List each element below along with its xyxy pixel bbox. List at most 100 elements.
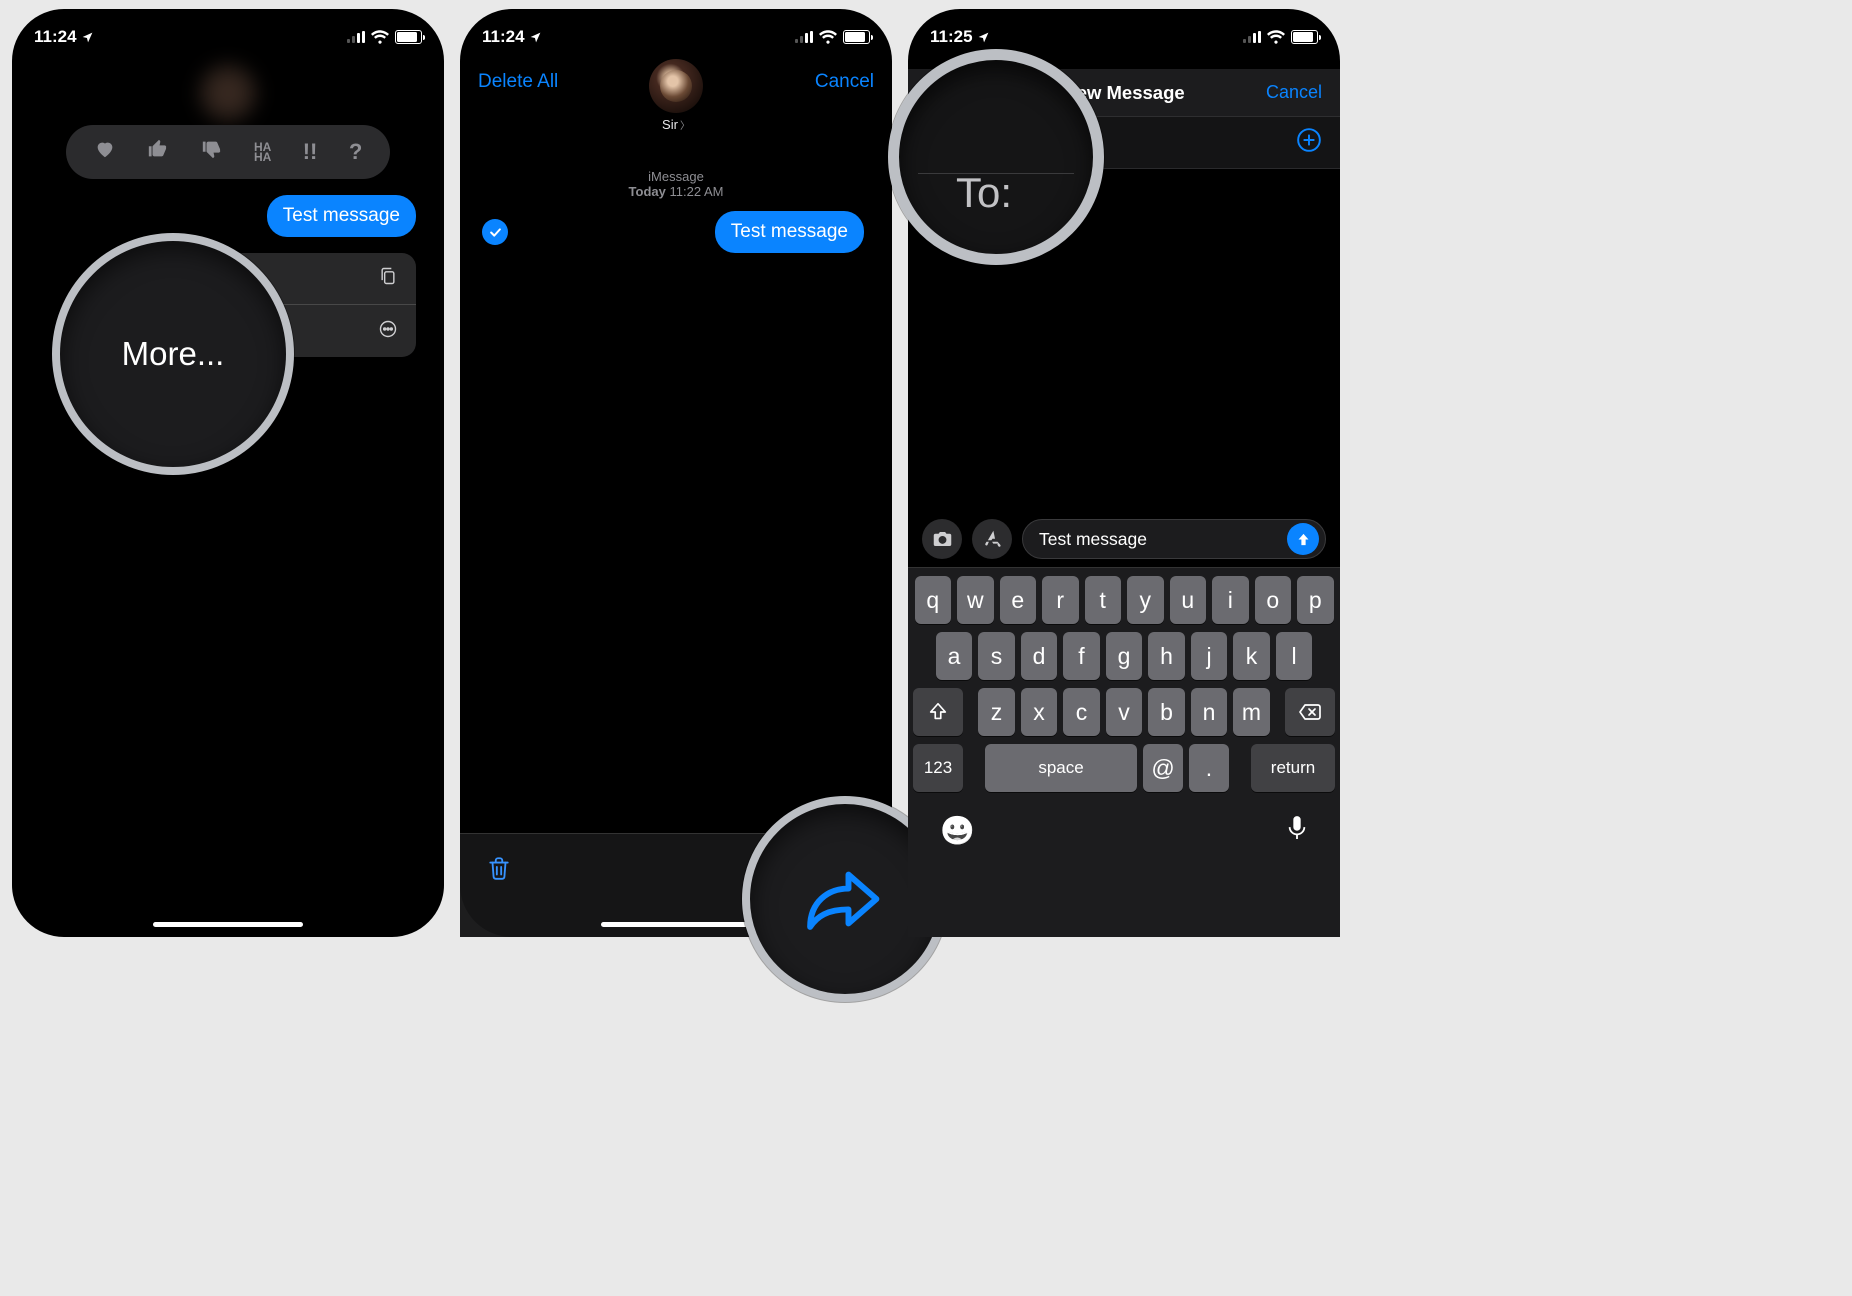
key-s[interactable]: s xyxy=(978,632,1015,680)
key-p[interactable]: p xyxy=(1297,576,1334,624)
key-space[interactable]: space xyxy=(985,744,1137,792)
zoom-callout-more: More... xyxy=(52,233,294,475)
cancel-button[interactable]: Cancel xyxy=(1266,82,1322,103)
tapback-thumbsdown-icon[interactable] xyxy=(201,138,223,166)
tapback-exclaim-icon[interactable]: !! xyxy=(303,139,318,165)
key-at[interactable]: @ xyxy=(1143,744,1183,792)
key-shift[interactable] xyxy=(913,688,963,736)
key-d[interactable]: d xyxy=(1021,632,1058,680)
key-y[interactable]: y xyxy=(1127,576,1164,624)
key-u[interactable]: u xyxy=(1170,576,1207,624)
message-text: Test message xyxy=(283,205,400,226)
key-123[interactable]: 123 xyxy=(913,744,963,792)
key-o[interactable]: o xyxy=(1255,576,1292,624)
message-input-text: Test message xyxy=(1039,529,1287,550)
contact-header[interactable]: Sir 〉 xyxy=(649,59,703,134)
message-bubble[interactable]: Test message xyxy=(267,195,416,237)
camera-button[interactable] xyxy=(922,519,962,559)
location-icon xyxy=(977,31,990,44)
emoji-button[interactable]: 😀 xyxy=(940,814,975,847)
tapback-haha-icon[interactable]: HAHA xyxy=(254,142,271,162)
add-contact-button[interactable] xyxy=(1296,127,1322,158)
keyboard-row-2: a s d f g h j k l xyxy=(908,624,1340,680)
chevron-right-icon: 〉 xyxy=(680,117,690,132)
key-c[interactable]: c xyxy=(1063,688,1100,736)
key-n[interactable]: n xyxy=(1191,688,1228,736)
contact-avatar-blurred xyxy=(198,63,258,123)
send-button[interactable] xyxy=(1287,523,1319,555)
wifi-icon xyxy=(819,30,837,44)
shift-icon xyxy=(927,701,949,723)
battery-icon xyxy=(843,30,870,44)
key-h[interactable]: h xyxy=(1148,632,1185,680)
wifi-icon xyxy=(371,30,389,44)
zoom-callout-to-field: To: xyxy=(888,49,1104,265)
tapback-reaction-bar: HAHA !! ? xyxy=(66,125,390,179)
key-backspace[interactable] xyxy=(1285,688,1335,736)
key-k[interactable]: k xyxy=(1233,632,1270,680)
dictation-button[interactable] xyxy=(1286,814,1308,847)
cancel-button[interactable]: Cancel xyxy=(815,71,874,93)
thread-time-label: 11:22 AM xyxy=(669,184,723,199)
status-bar: 11:24 xyxy=(460,9,892,55)
keyboard-row-3: z x c v b n m xyxy=(908,680,1340,736)
key-b[interactable]: b xyxy=(1148,688,1185,736)
key-return[interactable]: return xyxy=(1251,744,1335,792)
key-e[interactable]: e xyxy=(1000,576,1037,624)
message-selected-checkbox[interactable] xyxy=(482,219,508,245)
message-bubble[interactable]: Test message xyxy=(715,211,864,253)
key-r[interactable]: r xyxy=(1042,576,1079,624)
message-input[interactable]: Test message xyxy=(1022,519,1326,559)
key-q[interactable]: q xyxy=(915,576,952,624)
home-indicator[interactable] xyxy=(601,922,751,927)
status-time: 11:24 xyxy=(482,27,525,47)
keyboard: q w e r t y u i o p a s d f g h j k l xyxy=(908,567,1340,937)
forward-icon xyxy=(803,864,887,934)
home-indicator[interactable] xyxy=(153,922,303,927)
key-j[interactable]: j xyxy=(1191,632,1228,680)
thread-type-label: iMessage xyxy=(460,169,892,184)
battery-icon xyxy=(1291,30,1318,44)
message-text: Test message xyxy=(731,221,848,242)
keyboard-row-1: q w e r t y u i o p xyxy=(908,568,1340,624)
location-icon xyxy=(81,31,94,44)
contact-name-label: Sir xyxy=(662,117,678,132)
status-bar: 11:25 xyxy=(908,9,1340,55)
key-g[interactable]: g xyxy=(1106,632,1143,680)
tapback-question-icon[interactable]: ? xyxy=(349,139,362,165)
key-t[interactable]: t xyxy=(1085,576,1122,624)
wifi-icon xyxy=(1267,30,1285,44)
status-time: 11:24 xyxy=(34,27,77,47)
thread-meta: iMessage Today 11:22 AM xyxy=(460,169,892,199)
copy-icon xyxy=(378,266,398,291)
key-x[interactable]: x xyxy=(1021,688,1058,736)
key-w[interactable]: w xyxy=(957,576,994,624)
key-a[interactable]: a xyxy=(936,632,973,680)
zoom-label: More... xyxy=(122,335,225,373)
status-time: 11:25 xyxy=(930,27,973,47)
appstore-button[interactable] xyxy=(972,519,1012,559)
location-icon xyxy=(529,31,542,44)
key-v[interactable]: v xyxy=(1106,688,1143,736)
thread-day-label: Today xyxy=(629,184,666,199)
signal-icon xyxy=(795,31,813,43)
keyboard-bottom-row: 😀 xyxy=(908,792,1340,861)
more-icon xyxy=(378,319,398,344)
tapback-thumbsup-icon[interactable] xyxy=(147,138,169,166)
key-z[interactable]: z xyxy=(978,688,1015,736)
delete-button[interactable] xyxy=(486,854,512,887)
signal-icon xyxy=(1243,31,1261,43)
delete-all-button[interactable]: Delete All xyxy=(478,71,558,93)
key-m[interactable]: m xyxy=(1233,688,1270,736)
key-l[interactable]: l xyxy=(1276,632,1313,680)
backspace-icon xyxy=(1298,702,1322,722)
status-bar: 11:24 xyxy=(12,9,444,55)
keyboard-row-4: 123 space @ . return xyxy=(908,736,1340,792)
contact-avatar xyxy=(649,59,703,113)
key-f[interactable]: f xyxy=(1063,632,1100,680)
key-i[interactable]: i xyxy=(1212,576,1249,624)
tapback-heart-icon[interactable] xyxy=(94,138,116,166)
screenshot-3-new-message: 11:25 New Message Cancel To: To: xyxy=(908,9,1340,937)
zoom-label: To: xyxy=(956,169,1012,217)
key-dot[interactable]: . xyxy=(1189,744,1229,792)
